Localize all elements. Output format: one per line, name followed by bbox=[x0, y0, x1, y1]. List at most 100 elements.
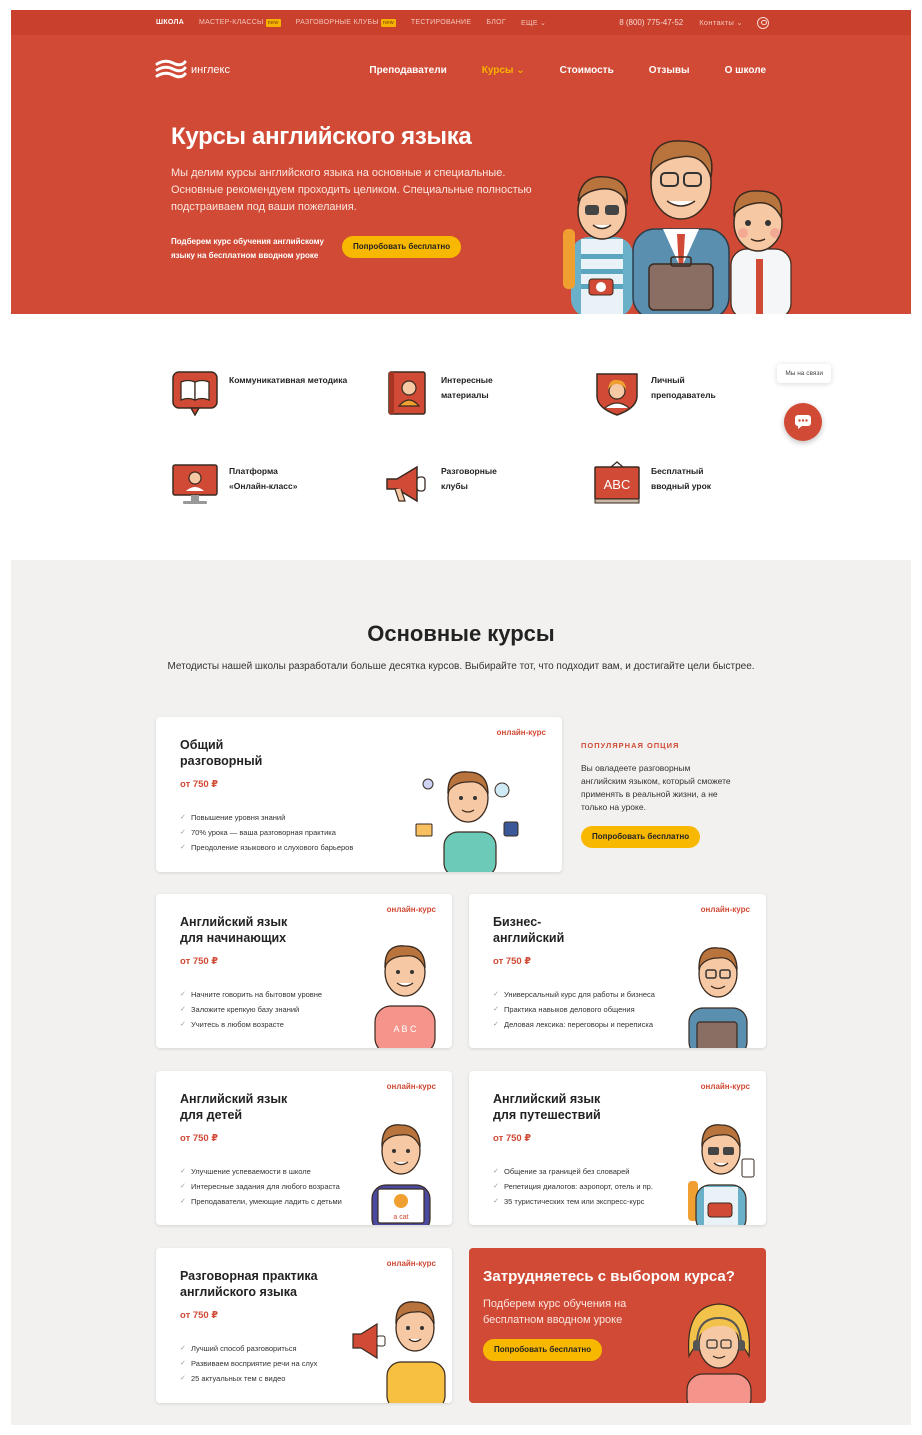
course-bullet: Практика навыков делового общения bbox=[493, 1002, 655, 1017]
course-bullet: Учитесь в любом возрасте bbox=[180, 1017, 322, 1032]
popular-text: Вы овладеете разговорным английским язык… bbox=[581, 763, 731, 812]
logo[interactable]: инглекс bbox=[155, 59, 230, 81]
nav-link-teachers[interactable]: Преподаватели bbox=[369, 65, 446, 76]
course-card-beginners[interactable]: онлайн-курс Английский язык для начинающ… bbox=[156, 894, 452, 1048]
travel-course-illustration bbox=[688, 1124, 755, 1225]
course-title: Бизнес-английский bbox=[493, 915, 565, 945]
course-card-travel[interactable]: онлайн-курс Английский язык для путешест… bbox=[469, 1071, 766, 1225]
feature-label: Бесплатный вводный урок bbox=[651, 466, 712, 491]
course-card-general[interactable]: онлайн-курс Общий разговорный от 750 ₽ П… bbox=[156, 717, 562, 872]
course-bullet: Общение за границей без словарей bbox=[493, 1164, 653, 1179]
course-price: от 750 ₽ bbox=[493, 956, 531, 967]
hero-description: Мы делим курсы английского языка на осно… bbox=[171, 167, 532, 213]
popular-option: Популярная опция Вы овладеете разговорны… bbox=[581, 741, 731, 848]
hero-teachers-illustration bbox=[563, 140, 792, 314]
course-title: Английский язык для начинающих bbox=[180, 915, 288, 945]
feature-label: Интересные материалы bbox=[441, 375, 493, 400]
main-nav: инглекс Преподаватели Курсы ⌄ Стоимость … bbox=[11, 35, 911, 105]
course-bullet: Повышение уровня знаний bbox=[180, 810, 353, 825]
course-bullet: Лучший способ разговориться bbox=[180, 1341, 317, 1356]
feature-label: Разговорные клубы bbox=[441, 466, 497, 491]
textbook-icon bbox=[388, 371, 426, 415]
hero-section: инглекс Преподаватели Курсы ⌄ Стоимость … bbox=[11, 35, 911, 314]
course-price: от 750 ₽ bbox=[180, 1310, 218, 1321]
nav-links: Преподаватели Курсы ⌄ Стоимость Отзывы О… bbox=[334, 65, 766, 76]
section-title: Основные курсы bbox=[367, 621, 555, 646]
hero-promo-text: Подберем курс обучения английскому языку… bbox=[171, 237, 324, 260]
online-course-tag: онлайн-курс bbox=[386, 1082, 436, 1091]
online-course-tag: онлайн-курс bbox=[700, 905, 750, 914]
help-title: Затрудняетесь с выбором курса? bbox=[483, 1268, 735, 1285]
speaking-course-illustration bbox=[352, 1301, 446, 1403]
course-bullet: Универсальный курс для работы и бизнеса bbox=[493, 987, 655, 1002]
nav-link-pricing[interactable]: Стоимость bbox=[560, 65, 614, 76]
phone-number[interactable]: 8 (800) 775-47-52 bbox=[619, 18, 683, 27]
course-card-kids[interactable]: онлайн-курс Английский язык для детей от… bbox=[156, 1071, 452, 1225]
teacher-icon bbox=[596, 373, 638, 416]
topbar-link-school[interactable]: Школа bbox=[156, 19, 184, 26]
course-bullet: Начните говорить на бытовом уровне bbox=[180, 987, 322, 1002]
feature-label: Личный преподаватель bbox=[651, 375, 716, 400]
course-bullets: Начните говорить на бытовом уровне Залож… bbox=[180, 987, 322, 1032]
topbar-link-more[interactable]: Еще ⌄ bbox=[521, 19, 546, 27]
chat-icon bbox=[795, 415, 811, 429]
topbar-link-masterclasses[interactable]: Мастер-классы new bbox=[199, 18, 281, 27]
chat-tooltip: Мы на связи bbox=[777, 364, 831, 383]
course-bullets: Повышение уровня знаний 70% урока — ваша… bbox=[180, 810, 353, 855]
feature-materials: Интересные материалы bbox=[383, 370, 511, 416]
try-free-button[interactable]: Попробовать бесплатно bbox=[483, 1339, 603, 1361]
kids-course-illustration: a cat bbox=[371, 1124, 431, 1225]
try-free-button[interactable]: Попробовать бесплатно bbox=[342, 236, 462, 258]
topbar-link-clubs[interactable]: Разговорные клубы new bbox=[296, 18, 396, 27]
blackboard-icon: ABC bbox=[594, 461, 640, 504]
course-bullet: Заложите крепкую базу знаний bbox=[180, 1002, 322, 1017]
new-badge: new bbox=[265, 18, 281, 27]
online-course-tag: онлайн-курс bbox=[496, 728, 546, 737]
user-account-icon[interactable] bbox=[757, 16, 769, 29]
course-bullet: Деловая лексика: переговоры и переписка bbox=[493, 1017, 655, 1032]
nav-link-courses[interactable]: Курсы ⌄ bbox=[482, 65, 525, 76]
course-bullet: 70% урока — ваша разговорная практика bbox=[180, 825, 353, 840]
course-bullet: Преодоление языкового и слухового барьер… bbox=[180, 840, 353, 855]
course-card-business[interactable]: онлайн-курс Бизнес-английский от 750 ₽ У… bbox=[469, 894, 766, 1048]
course-bullet: Развиваем восприятие речи на слух bbox=[180, 1356, 317, 1371]
online-course-tag: онлайн-курс bbox=[386, 905, 436, 914]
online-course-tag: онлайн-курс bbox=[700, 1082, 750, 1091]
course-card-speaking[interactable]: онлайн-курс Разговорная практика английс… bbox=[156, 1248, 452, 1403]
course-price: от 750 ₽ bbox=[180, 1133, 218, 1144]
svg-text:a cat: a cat bbox=[393, 1214, 408, 1221]
course-bullet: 25 актуальных тем с видео bbox=[180, 1371, 317, 1386]
course-bullet: 35 туристических тем или экспресс-курс bbox=[493, 1194, 653, 1209]
feature-label: Коммуникативная методика bbox=[229, 375, 348, 385]
book-icon bbox=[172, 371, 218, 416]
feature-label: Платформа «Онлайн-класс» bbox=[229, 466, 298, 491]
course-price: от 750 ₽ bbox=[493, 1133, 531, 1144]
course-price: от 750 ₽ bbox=[180, 956, 218, 967]
contacts-dropdown[interactable]: Контакты ⌄ bbox=[699, 18, 743, 27]
course-bullet: Улучшение успеваемости в школе bbox=[180, 1164, 342, 1179]
course-title: Разговорная практика английского языка bbox=[180, 1269, 318, 1299]
try-free-button[interactable]: Попробовать бесплатно bbox=[581, 826, 701, 848]
feature-teacher: Личный преподаватель bbox=[593, 370, 731, 416]
beginners-course-illustration: A B C bbox=[374, 945, 436, 1048]
svg-text:A B C: A B C bbox=[393, 1024, 417, 1034]
chat-button[interactable] bbox=[784, 403, 822, 441]
top-bar: Школа Мастер-классы new Разговорные клубы… bbox=[11, 10, 911, 35]
course-bullets: Универсальный курс для работы и бизнеса … bbox=[493, 987, 655, 1032]
topbar-link-testing[interactable]: Тестирование bbox=[411, 19, 472, 26]
section-subtitle: Методисты нашей школы разработали больше… bbox=[167, 661, 755, 672]
feature-clubs: Разговорные клубы bbox=[383, 461, 511, 507]
topbar-link-blog[interactable]: Блог bbox=[486, 19, 506, 26]
course-bullets: Общение за границей без словарей Репетиц… bbox=[493, 1164, 653, 1209]
course-price: от 750 ₽ bbox=[180, 779, 218, 790]
nav-link-about[interactable]: О школе bbox=[725, 65, 766, 76]
megaphone-icon bbox=[386, 465, 426, 503]
course-title: Английский язык для путешествий bbox=[493, 1092, 601, 1122]
course-title: Английский язык для детей bbox=[180, 1092, 288, 1122]
feature-platform: Платформа «Онлайн-класс» bbox=[171, 461, 309, 507]
course-bullet: Интересные задания для любого возраста bbox=[180, 1179, 342, 1194]
course-bullets: Лучший способ разговориться Развиваем во… bbox=[180, 1341, 317, 1386]
online-course-tag: онлайн-курс bbox=[386, 1259, 436, 1268]
feature-free-lesson: ABC Бесплатный вводный урок bbox=[593, 461, 731, 507]
nav-link-reviews[interactable]: Отзывы bbox=[649, 65, 690, 76]
